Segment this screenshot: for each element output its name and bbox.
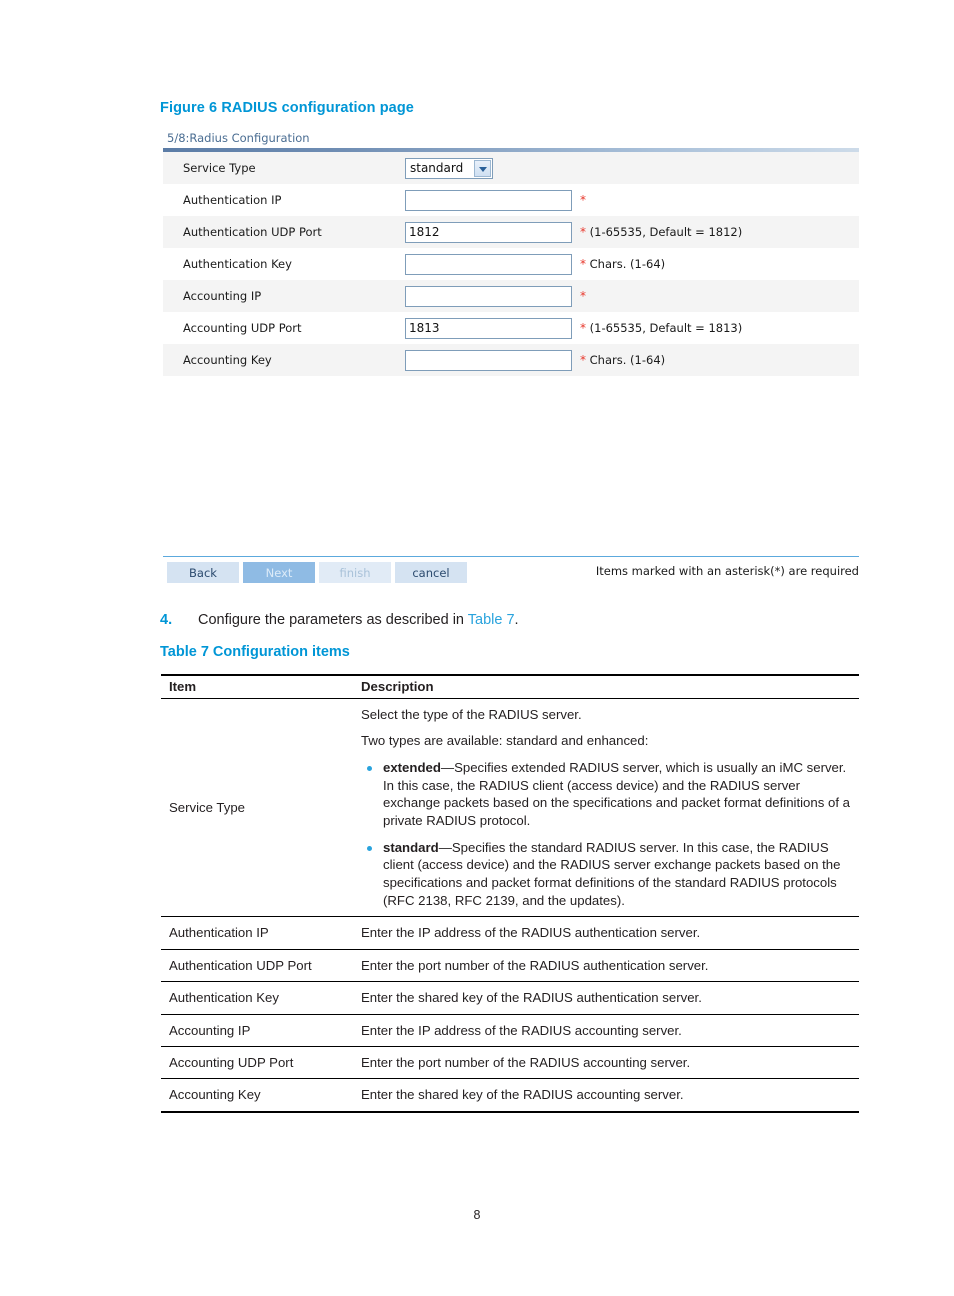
configuration-items-table: Item Description Service Type Select the…	[161, 674, 859, 1113]
control-cell-accounting-ip	[405, 280, 577, 312]
hint-service-type	[577, 152, 859, 184]
accounting-ip-input[interactable]	[405, 285, 572, 307]
hint-accounting-key: * Chars. (1-64)	[577, 344, 859, 376]
control-cell-authentication-key	[405, 248, 577, 280]
column-header-description: Description	[353, 674, 859, 699]
cell-description: Enter the shared key of the RADIUS accou…	[353, 1078, 859, 1113]
hint-text: (1-65535, Default = 1812)	[586, 225, 743, 239]
option-desc-extended: —Specifies extended RADIUS server, which…	[383, 759, 850, 828]
authentication-ip-input[interactable]	[405, 189, 572, 211]
cell-item: Accounting Key	[161, 1078, 353, 1113]
hint-authentication-key: * Chars. (1-64)	[577, 248, 859, 280]
list-item: extended—Specifies extended RADIUS serve…	[361, 759, 851, 830]
wizard-button-bar: Back Next finish cancel Items marked wit…	[163, 560, 859, 588]
table-row: Authentication IP Enter the IP address o…	[161, 916, 859, 950]
panel-title: 5/8:Radius Configuration	[167, 131, 310, 145]
finish-button[interactable]: finish	[319, 562, 391, 583]
option-name-extended: extended	[383, 759, 441, 775]
cell-description: Enter the shared key of the RADIUS authe…	[353, 981, 859, 1015]
description-line-1: Select the type of the RADIUS server.	[361, 707, 582, 722]
form-row-service-type: Service Type standard	[163, 152, 859, 184]
table-row: Authentication Key Enter the shared key …	[161, 981, 859, 1015]
page-number: 8	[473, 1208, 481, 1222]
cell-item: Authentication UDP Port	[161, 949, 353, 983]
step-text-after: .	[514, 612, 519, 628]
option-desc-standard: —Specifies the standard RADIUS server. I…	[383, 839, 841, 908]
hint-text: Chars. (1-64)	[586, 353, 666, 367]
chevron-down-icon[interactable]	[474, 159, 491, 177]
description-line-2: Two types are available: standard and en…	[361, 733, 649, 749]
required-asterisk: *	[580, 289, 586, 303]
label-authentication-ip: Authentication IP	[183, 193, 282, 207]
form-row-accounting-ip: Accounting IP *	[163, 280, 859, 312]
figure-caption: Figure 6 RADIUS configuration page	[160, 100, 414, 116]
table-row: Accounting UDP Port Enter the port numbe…	[161, 1046, 859, 1080]
required-asterisk: *	[580, 193, 586, 207]
list-item: standard—Specifies the standard RADIUS s…	[361, 839, 851, 910]
cell-description-service-type: Select the type of the RADIUS server. Tw…	[353, 698, 859, 918]
cell-description: Enter the port number of the RADIUS auth…	[353, 949, 859, 983]
step-4: 4. Configure the parameters as described …	[160, 612, 519, 628]
button-bar-divider	[163, 556, 859, 557]
table-row: Service Type Select the type of the RADI…	[161, 698, 859, 918]
control-cell-service-type: standard	[405, 152, 577, 184]
authentication-key-input[interactable]	[405, 253, 572, 275]
label-authentication-udp-port: Authentication UDP Port	[183, 225, 322, 239]
hint-accounting-ip: *	[577, 280, 859, 312]
next-button[interactable]: Next	[243, 562, 315, 583]
label-accounting-ip: Accounting IP	[183, 289, 262, 303]
hint-accounting-udp-port: * (1-65535, Default = 1813)	[577, 312, 859, 344]
form-row-authentication-udp-port: Authentication UDP Port 1812 * (1-65535,…	[163, 216, 859, 248]
cell-item: Accounting IP	[161, 1014, 353, 1048]
table-7-crossreference[interactable]: Table 7	[468, 612, 515, 628]
cancel-button[interactable]: cancel	[395, 562, 467, 583]
form-row-authentication-key: Authentication Key * Chars. (1-64)	[163, 248, 859, 280]
step-number: 4.	[160, 612, 173, 628]
cell-description: Enter the IP address of the RADIUS authe…	[353, 916, 859, 950]
back-button[interactable]: Back	[167, 562, 239, 583]
accounting-udp-port-input[interactable]: 1813	[405, 317, 572, 339]
label-authentication-key: Authentication Key	[183, 257, 292, 271]
control-cell-authentication-udp-port: 1812	[405, 216, 577, 248]
step-text-before: Configure the parameters as described in	[198, 612, 468, 628]
cell-item: Authentication Key	[161, 981, 353, 1015]
cell-item-service-type: Service Type	[161, 698, 353, 918]
control-cell-accounting-udp-port: 1813	[405, 312, 577, 344]
label-accounting-key: Accounting Key	[183, 353, 272, 367]
table-row: Accounting Key Enter the shared key of t…	[161, 1078, 859, 1113]
accounting-key-input[interactable]	[405, 349, 572, 371]
cell-description: Enter the IP address of the RADIUS accou…	[353, 1014, 859, 1048]
option-name-standard: standard	[383, 839, 439, 855]
label-service-type: Service Type	[183, 161, 256, 175]
form-row-accounting-udp-port: Accounting UDP Port 1813 * (1-65535, Def…	[163, 312, 859, 344]
label-accounting-udp-port: Accounting UDP Port	[183, 321, 302, 335]
table-caption: Table 7 Configuration items	[160, 644, 350, 660]
control-cell-accounting-key	[405, 344, 577, 376]
hint-authentication-udp-port: * (1-65535, Default = 1812)	[577, 216, 859, 248]
service-type-options-list: extended—Specifies extended RADIUS serve…	[361, 759, 851, 910]
column-header-item: Item	[161, 674, 353, 699]
required-fields-note: Items marked with an asterisk(*) are req…	[595, 564, 859, 578]
form-row-authentication-ip: Authentication IP *	[163, 184, 859, 216]
table-row: Accounting IP Enter the IP address of th…	[161, 1014, 859, 1048]
service-type-select[interactable]: standard	[405, 157, 493, 179]
control-cell-authentication-ip	[405, 184, 577, 216]
cell-description: Enter the port number of the RADIUS acco…	[353, 1046, 859, 1080]
cell-item: Authentication IP	[161, 916, 353, 950]
table-row: Authentication UDP Port Enter the port n…	[161, 949, 859, 983]
table-header-row: Item Description	[161, 674, 859, 699]
radius-config-screenshot: 5/8:Radius Configuration Service Type st…	[163, 131, 859, 376]
authentication-udp-port-input[interactable]: 1812	[405, 221, 572, 243]
radius-config-form: Service Type standard Authentication IP …	[163, 152, 859, 376]
hint-authentication-ip: *	[577, 184, 859, 216]
configuration-items-table-wrapper: Item Description Service Type Select the…	[161, 674, 859, 1113]
form-row-accounting-key: Accounting Key * Chars. (1-64)	[163, 344, 859, 376]
hint-text: Chars. (1-64)	[586, 257, 666, 271]
cell-item: Accounting UDP Port	[161, 1046, 353, 1080]
hint-text: (1-65535, Default = 1813)	[586, 321, 743, 335]
